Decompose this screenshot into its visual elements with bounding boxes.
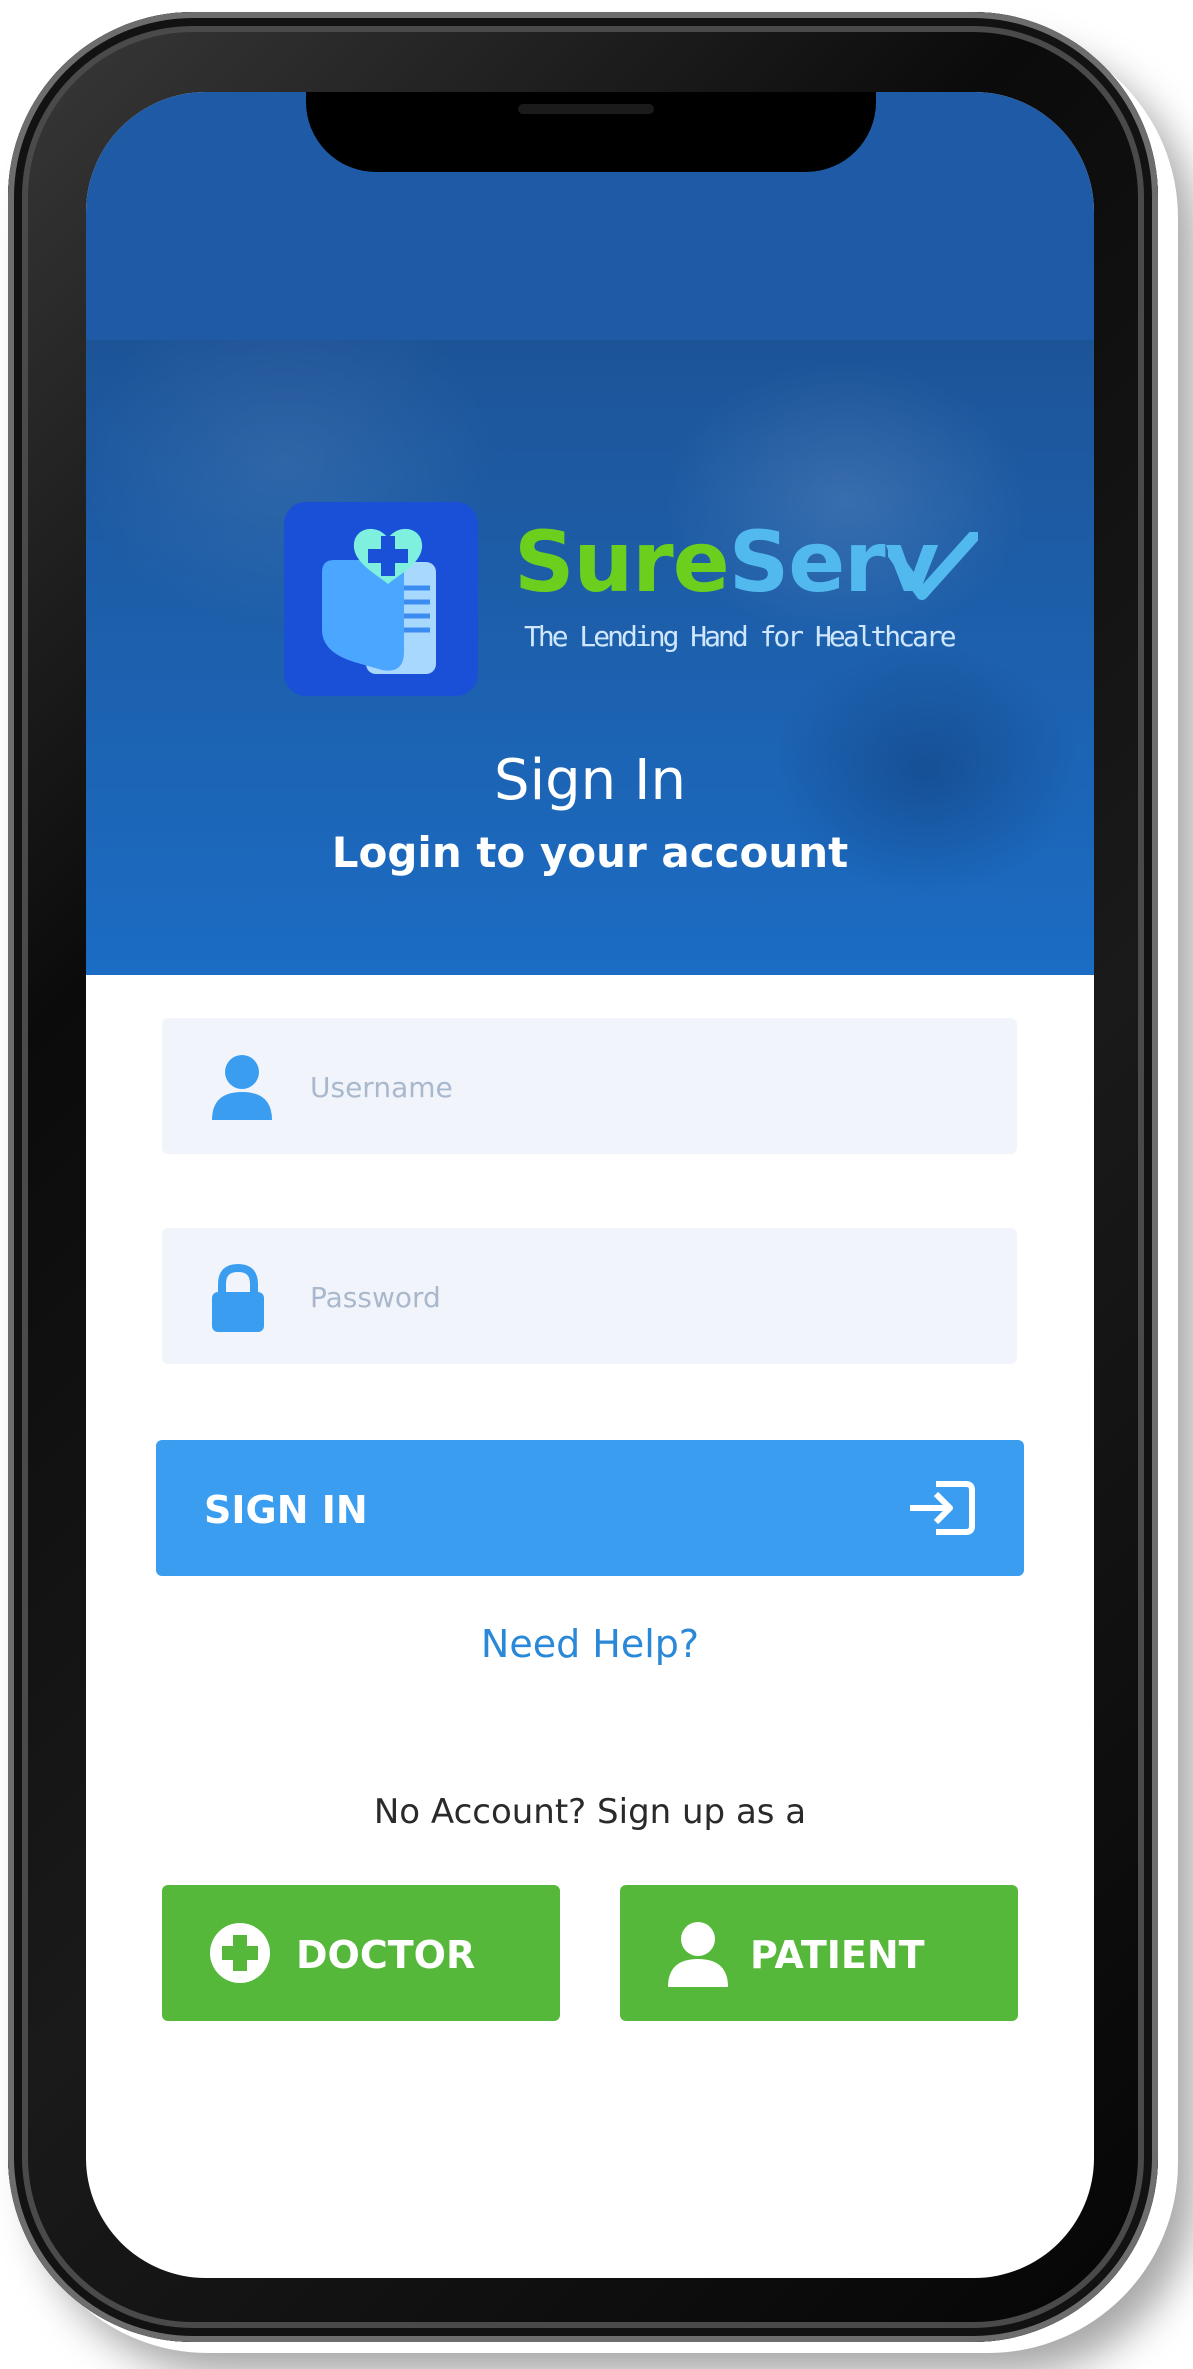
page-title: Sign In bbox=[494, 748, 686, 813]
signup-patient-button[interactable]: PATIENT bbox=[620, 1885, 1018, 2021]
speaker-grille bbox=[518, 104, 654, 114]
sign-in-button[interactable]: SIGN IN bbox=[156, 1440, 1024, 1576]
login-header: SureServ The Lending Hand for Healthcare… bbox=[86, 340, 1094, 975]
username-input[interactable] bbox=[308, 1018, 992, 1156]
username-field[interactable] bbox=[162, 1018, 1017, 1156]
password-input[interactable] bbox=[308, 1228, 992, 1366]
plus-circle-icon bbox=[210, 1923, 270, 1983]
password-field[interactable] bbox=[162, 1228, 1017, 1366]
login-arrow-icon bbox=[910, 1481, 975, 1535]
brand-name: SureServ bbox=[514, 520, 939, 604]
lock-icon bbox=[212, 1264, 264, 1332]
user-icon bbox=[212, 1055, 272, 1120]
app-logo bbox=[284, 502, 478, 696]
need-help-link[interactable]: Need Help? bbox=[86, 1622, 1094, 1666]
phone-frame: SureServ The Lending Hand for Healthcare… bbox=[8, 12, 1158, 2342]
signup-prompt: No Account? Sign up as a bbox=[373, 1792, 807, 1832]
sign-in-label: SIGN IN bbox=[204, 1488, 368, 1532]
signup-doctor-button[interactable]: DOCTOR bbox=[162, 1885, 560, 2021]
heart-cross-icon bbox=[322, 528, 436, 674]
doctor-label: DOCTOR bbox=[296, 1933, 476, 1977]
page-subtitle: Login to your account bbox=[331, 828, 849, 877]
checkmark-logo-icon bbox=[888, 532, 978, 600]
phone-notch bbox=[306, 92, 876, 172]
patient-label: PATIENT bbox=[750, 1933, 925, 1977]
brand-part-sure: Sure bbox=[514, 513, 730, 611]
brand-tagline: The Lending Hand for Healthcare bbox=[524, 620, 957, 653]
person-icon bbox=[668, 1922, 728, 1987]
phone-screen: SureServ The Lending Hand for Healthcare… bbox=[86, 92, 1094, 2278]
